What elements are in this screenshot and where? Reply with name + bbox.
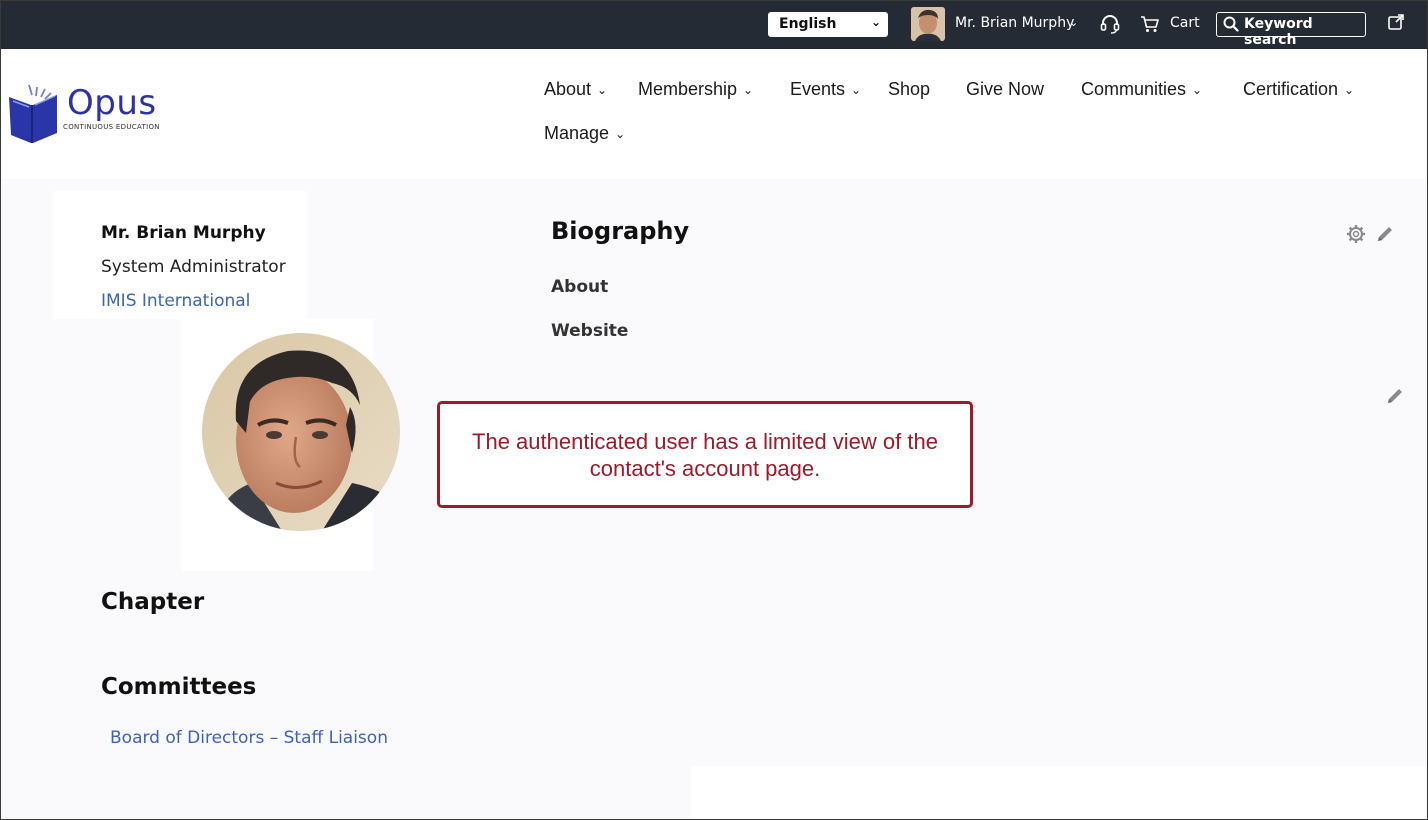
nav-communities[interactable]: Communities ⌄ bbox=[1081, 79, 1202, 100]
nav-give-now[interactable]: Give Now bbox=[966, 79, 1044, 100]
nav-label: About bbox=[544, 79, 592, 99]
chevron-down-icon: ⌄ bbox=[870, 15, 881, 29]
search-placeholder: Keyword search bbox=[1244, 16, 1313, 48]
nav-about[interactable]: About ⌄ bbox=[544, 79, 607, 100]
nav-label: Manage bbox=[544, 123, 610, 143]
nav-manage[interactable]: Manage ⌄ bbox=[544, 123, 625, 144]
keyword-search-input[interactable]: Keyword search bbox=[1216, 12, 1366, 48]
nav-label: Certification bbox=[1243, 79, 1339, 99]
nav-label: Events bbox=[790, 79, 846, 99]
search-icon bbox=[1223, 16, 1239, 32]
page-frame: English ⌄ Mr. Brian Murphy ⌄ Cart Keywor… bbox=[0, 0, 1428, 820]
profile-name: Mr. Brian Murphy bbox=[101, 223, 266, 243]
profile-title: System Administrator bbox=[101, 257, 286, 277]
user-avatar[interactable] bbox=[911, 7, 945, 41]
chevron-down-icon: ⌄ bbox=[615, 127, 626, 141]
nav-label: Communities bbox=[1081, 79, 1187, 99]
nav-label: Shop bbox=[888, 79, 931, 99]
chevron-down-icon: ⌄ bbox=[1192, 83, 1203, 97]
chevron-down-icon: ⌄ bbox=[597, 83, 608, 97]
nav-certification[interactable]: Certification ⌄ bbox=[1243, 79, 1354, 100]
biography-heading: Biography bbox=[551, 217, 690, 245]
committees-heading: Committees bbox=[101, 674, 257, 700]
nav-label: Give Now bbox=[966, 79, 1045, 99]
nav-events[interactable]: Events ⌄ bbox=[790, 79, 861, 100]
logo-name: Opus bbox=[67, 83, 157, 123]
chevron-down-icon: ⌄ bbox=[743, 83, 754, 97]
chapter-heading: Chapter bbox=[101, 589, 205, 615]
logo-tagline: CONTINUOUS EDUCATION bbox=[63, 123, 160, 131]
site-logo[interactable]: Opus CONTINUOUS EDUCATION bbox=[7, 83, 167, 147]
gear-icon[interactable] bbox=[1346, 224, 1366, 244]
biography-website-label: Website bbox=[551, 321, 629, 341]
profile-organization-link[interactable]: IMIS International bbox=[101, 291, 250, 311]
cart-icon[interactable] bbox=[1140, 14, 1160, 34]
biography-about-label: About bbox=[551, 277, 609, 297]
profile-photo bbox=[202, 333, 400, 531]
site-header: Opus CONTINUOUS EDUCATION About ⌄ Members… bbox=[1, 49, 1427, 179]
external-link-icon[interactable] bbox=[1387, 13, 1405, 31]
pencil-edit-icon[interactable] bbox=[1375, 224, 1395, 244]
language-select[interactable]: English ⌄ bbox=[768, 12, 888, 37]
language-value: English bbox=[779, 16, 837, 32]
pencil-edit-icon[interactable] bbox=[1385, 386, 1405, 406]
user-menu-name[interactable]: Mr. Brian Murphy bbox=[955, 15, 1074, 31]
chevron-down-icon: ⌄ bbox=[851, 83, 862, 97]
committee-link[interactable]: Board of Directors – Staff Liaison bbox=[110, 728, 388, 748]
top-utility-bar: English ⌄ Mr. Brian Murphy ⌄ Cart Keywor… bbox=[1, 1, 1427, 49]
nav-label: Membership bbox=[638, 79, 738, 99]
footer-panel bbox=[691, 766, 1427, 819]
book-logo-icon bbox=[9, 84, 57, 143]
headset-icon[interactable] bbox=[1100, 13, 1120, 35]
annotation-text: The authenticated user has a limited vie… bbox=[472, 429, 938, 481]
nav-membership[interactable]: Membership ⌄ bbox=[638, 79, 753, 100]
nav-shop[interactable]: Shop bbox=[888, 79, 930, 100]
chevron-down-icon[interactable]: ⌄ bbox=[1069, 16, 1078, 29]
cart-link[interactable]: Cart bbox=[1170, 15, 1200, 31]
annotation-callout: The authenticated user has a limited vie… bbox=[437, 401, 973, 508]
chevron-down-icon: ⌄ bbox=[1344, 83, 1355, 97]
